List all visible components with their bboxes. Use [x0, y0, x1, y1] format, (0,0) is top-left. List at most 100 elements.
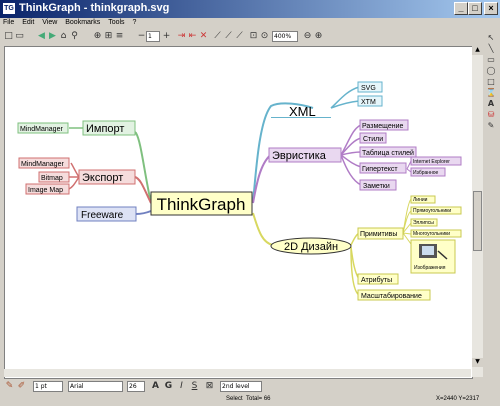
add-node-icon[interactable]: ⊕	[92, 31, 103, 42]
zoom-in-icon[interactable]: ⊕	[313, 31, 324, 42]
unlink-icon[interactable]: ⇤	[187, 31, 198, 42]
center-node[interactable]: ThinkGraph	[157, 195, 246, 214]
home-icon[interactable]: ⌂	[58, 31, 69, 42]
node-h4[interactable]: Гипертекст	[362, 166, 398, 173]
style-icon[interactable]: ⊠	[204, 381, 215, 392]
add-child-icon[interactable]: ⊞	[103, 31, 114, 42]
menu-help[interactable]: ?	[133, 19, 137, 26]
status-total: Total= 66	[246, 396, 271, 402]
menu-bookmarks[interactable]: Bookmarks	[65, 19, 100, 26]
ellipse-tool-icon[interactable]: ◯	[486, 66, 496, 76]
node-pc2[interactable]: Прямоугольники	[413, 208, 451, 214]
font-select[interactable]: Arial	[68, 381, 123, 392]
pointer-icon[interactable]: ↖	[486, 33, 496, 43]
app-icon: TG	[3, 3, 15, 14]
level-select[interactable]: 1	[146, 31, 160, 42]
menu-view[interactable]: View	[42, 19, 57, 26]
close-button[interactable]: ×	[484, 2, 498, 15]
hourglass-tool-icon[interactable]: ⌛	[486, 88, 496, 98]
node-export-imagemap[interactable]: Image Map	[28, 187, 63, 194]
branch-heuristics-5	[340, 154, 362, 186]
node-freeware[interactable]: Freeware	[81, 210, 124, 221]
text-tool-icon[interactable]: A	[486, 99, 496, 109]
status-coords: X=2440 Y=2317	[436, 396, 480, 402]
branch-export-kids	[68, 162, 80, 190]
layout-1-icon[interactable]: ⟋	[212, 31, 223, 42]
minimize-button[interactable]: _	[454, 2, 468, 15]
layout-2-icon[interactable]: ⟋	[223, 31, 234, 42]
branch-import	[82, 126, 152, 204]
forward-icon[interactable]: ▶	[47, 31, 58, 42]
zoom-out-icon[interactable]: ⊖	[302, 31, 313, 42]
rect-tool-icon[interactable]: ▭	[486, 55, 496, 65]
bold-icon[interactable]: A	[150, 381, 161, 392]
node-xml-underline	[271, 117, 331, 118]
scroll-down-icon[interactable]: ▼	[472, 358, 483, 367]
add-sibling-icon[interactable]: ≡	[114, 31, 125, 42]
pen-color-icon[interactable]: ✎	[4, 381, 15, 392]
scroll-thumb[interactable]	[473, 191, 482, 251]
polygon-tool-icon[interactable]: □	[486, 77, 496, 87]
menu-file[interactable]: File	[3, 19, 14, 26]
drawing-toolbar: ↖ ╲ ▭ ◯ □ ⌛ A ⛁ ✎	[486, 33, 498, 153]
node-svg[interactable]: SVG	[361, 85, 376, 92]
maximize-button[interactable]: □	[468, 2, 482, 15]
node-h3[interactable]: Таблица стилей	[362, 149, 414, 157]
horizontal-scrollbar[interactable]	[4, 369, 471, 377]
title-bar: TG ThinkGraph - thinkgraph.svg _ □ ×	[0, 0, 500, 18]
zoom-select[interactable]: 400%	[272, 31, 298, 42]
status-bar: Select Total= 66 X=2440 Y=2317	[0, 395, 500, 406]
mindmap-canvas[interactable]: ThinkGraph XML SVG XTM Эвристика Размеще…	[4, 46, 473, 379]
node-pc1[interactable]: Линии	[413, 197, 428, 203]
fill-tool-icon[interactable]: ⛁	[486, 110, 496, 120]
menu-edit[interactable]: Edit	[22, 19, 34, 26]
branch-hypertext-ie	[406, 160, 412, 170]
status-mode: Select	[226, 396, 243, 402]
node-import[interactable]: Импорт	[86, 123, 124, 135]
fit-icon[interactable]: ⊡	[248, 31, 259, 42]
node-xml[interactable]: XML	[289, 104, 316, 119]
search-icon[interactable]: ⚲	[69, 31, 80, 42]
scroll-up-icon[interactable]: ▲	[472, 46, 483, 55]
node-h2[interactable]: Стили	[363, 136, 383, 143]
back-icon[interactable]: ◀	[36, 31, 47, 42]
node-ie[interactable]: Internet Explorer	[413, 159, 450, 165]
zoom-icon[interactable]: ⊙	[259, 31, 270, 42]
node-design[interactable]: 2D Дизайн	[284, 241, 338, 253]
node-scale[interactable]: Масштабирование	[361, 292, 422, 300]
layout-3-icon[interactable]: ⟋	[234, 31, 245, 42]
branch-design	[252, 212, 274, 246]
node-heuristics[interactable]: Эвристика	[272, 150, 327, 162]
node-export-mm[interactable]: MindManager	[21, 161, 64, 168]
node-pc4[interactable]: Многоугольники	[413, 231, 450, 237]
menu-tools[interactable]: Tools	[108, 19, 124, 26]
level-increase-icon[interactable]: +	[161, 31, 172, 42]
italic-icon[interactable]: I	[176, 381, 187, 392]
node-fav[interactable]: Избранное	[413, 170, 439, 176]
node-images[interactable]: Изображения	[414, 265, 446, 271]
node-attr[interactable]: Атрибуты	[361, 276, 392, 284]
bold-g-icon[interactable]: G	[163, 381, 174, 392]
link-icon[interactable]: ⇥	[176, 31, 187, 42]
node-import-mm[interactable]: MindManager	[20, 126, 63, 133]
node-export-bitmap[interactable]: Bitmap	[41, 175, 63, 182]
node-xtm[interactable]: XTM	[361, 99, 376, 106]
vertical-scrollbar[interactable]: ▲ ▼	[472, 46, 483, 377]
pen-tool-icon[interactable]: ✎	[486, 121, 496, 131]
line-tool-icon[interactable]: ╲	[486, 44, 496, 54]
node-pc3[interactable]: Эллипсы	[413, 220, 434, 226]
line-width-select[interactable]: 1 pt	[33, 381, 63, 392]
underline-icon[interactable]: S	[189, 381, 200, 392]
delete-icon[interactable]: ✕	[198, 31, 209, 42]
node-export[interactable]: Экспорт	[82, 172, 123, 184]
open-icon[interactable]: ▭	[14, 31, 25, 42]
node-h5[interactable]: Заметки	[363, 183, 390, 190]
font-size-select[interactable]: 26	[127, 381, 145, 392]
node-prim[interactable]: Примитивы	[360, 231, 397, 238]
style-level-select[interactable]: 2nd level	[220, 381, 262, 392]
branch-hypertext-fav	[406, 168, 412, 173]
node-h1[interactable]: Размещение	[362, 123, 404, 130]
new-icon[interactable]: □	[3, 31, 14, 42]
brush-color-icon[interactable]: ✐	[16, 381, 27, 392]
format-toolbar: ✎ ✐ 1 pt Arial 26 A G I S ⊠ 2nd level	[0, 380, 500, 393]
